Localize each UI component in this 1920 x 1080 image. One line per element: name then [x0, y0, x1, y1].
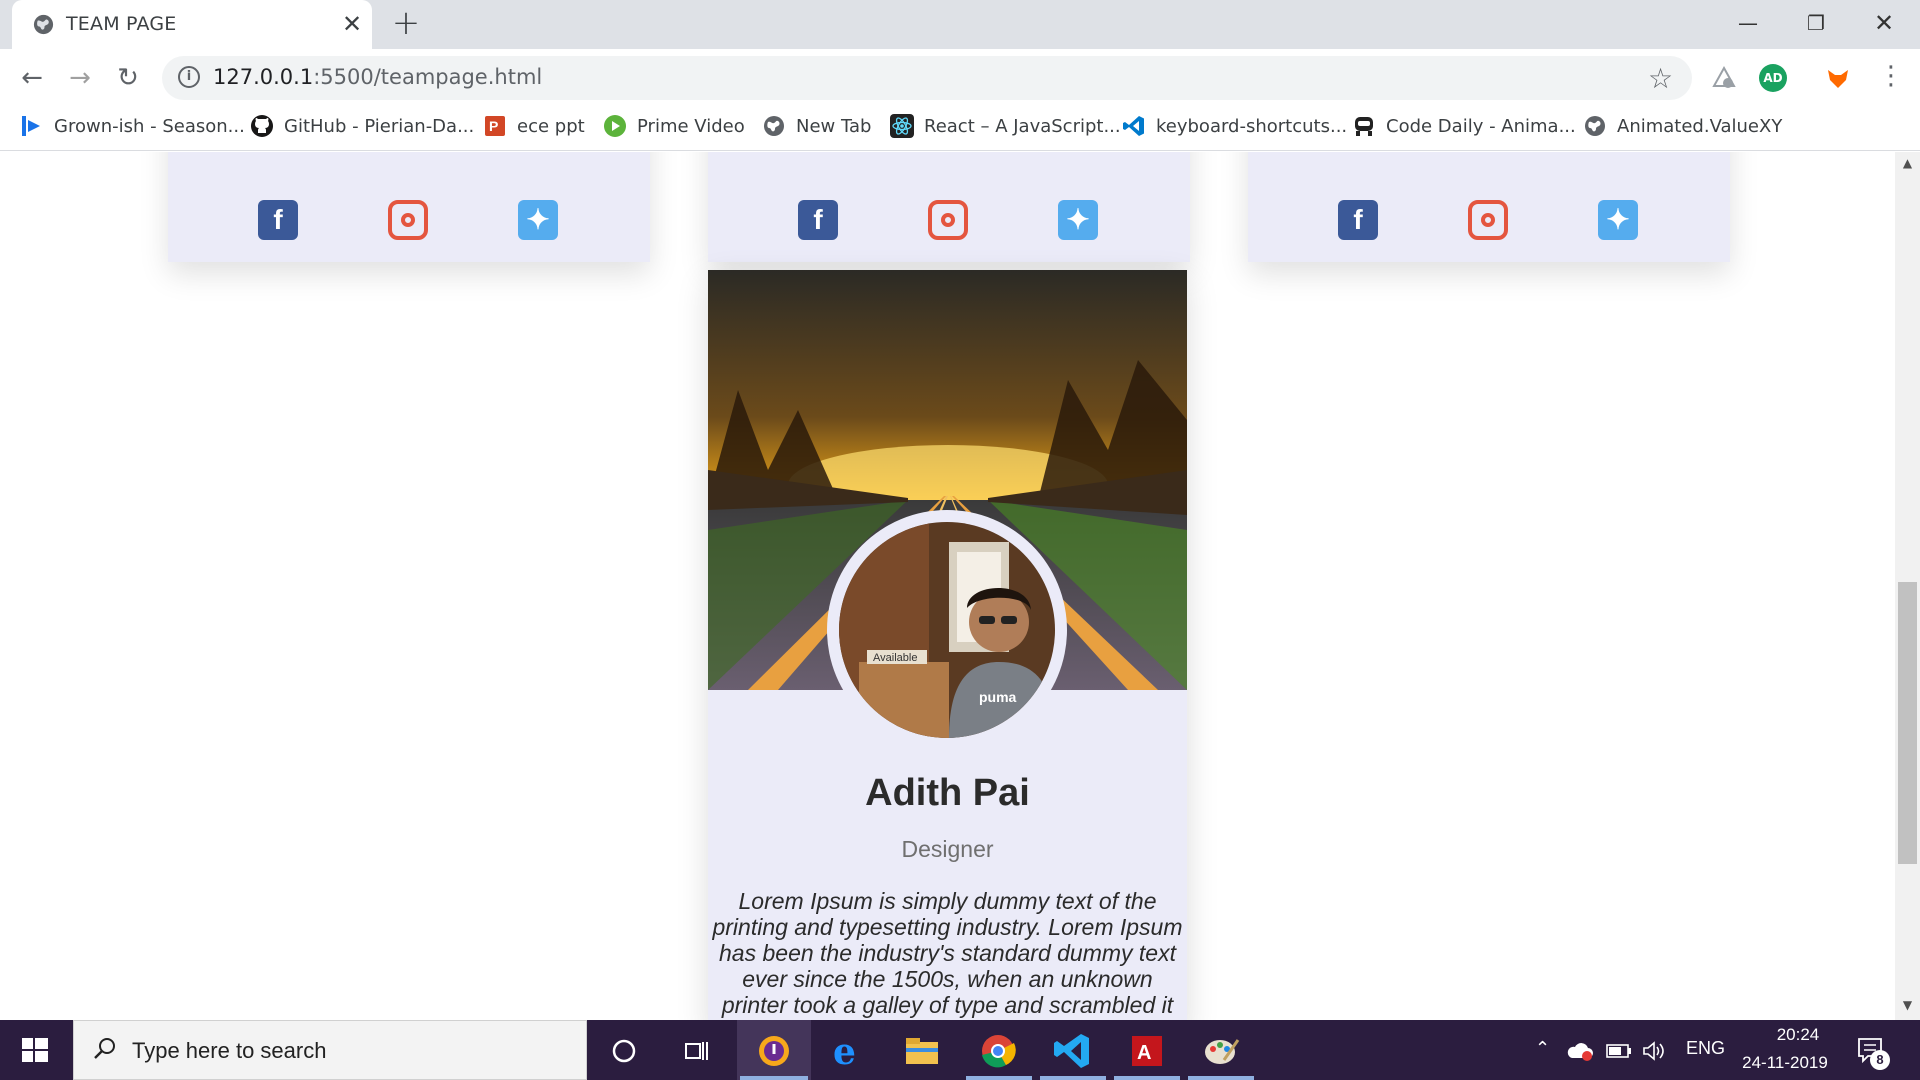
bookmark-item[interactable]: React – A JavaScript... [890, 112, 1121, 140]
bookmark-label: Code Daily - Anima... [1386, 115, 1576, 137]
restore-button[interactable]: ❐ [1794, 8, 1838, 38]
svg-text:e: e [833, 1031, 856, 1072]
prime-video-icon [604, 115, 626, 137]
twitter-icon[interactable]: ✦ [1598, 200, 1638, 240]
volume-icon[interactable] [1641, 1040, 1667, 1062]
facebook-icon[interactable]: f [798, 200, 838, 240]
bookmark-label: Grown-ish - Season... [54, 115, 245, 137]
clock-date[interactable]: 24-11-2019 [1730, 1053, 1840, 1073]
task-view-icon[interactable] [676, 1030, 718, 1072]
team-card: f ✦ [168, 152, 650, 262]
chrome-icon[interactable] [977, 1030, 1019, 1072]
vpn-shield-app-icon[interactable] [753, 1030, 795, 1072]
file-explorer-icon[interactable] [901, 1030, 943, 1072]
forward-button[interactable]: → [64, 62, 96, 94]
avatar: Available puma [827, 510, 1067, 750]
page-viewport: f ✦ f ✦ f ✦ Available puma Adith Pai Des… [0, 152, 1920, 1020]
svg-text:P: P [489, 118, 498, 134]
bookmark-label: New Tab [796, 115, 872, 137]
globe-icon [1585, 116, 1605, 136]
browser-tab[interactable]: TEAM PAGE ✕ [12, 0, 372, 49]
search-icon [94, 1038, 115, 1059]
bookmark-label: ece ppt [517, 115, 585, 137]
globe-icon [764, 116, 784, 136]
instagram-icon[interactable] [1468, 200, 1508, 240]
team-member-card: Available puma Adith Pai Designer Lorem … [708, 270, 1187, 1020]
profile-photo: Available puma [839, 522, 1055, 738]
bookmark-label: keyboard-shortcuts... [1156, 115, 1348, 137]
language-indicator[interactable]: ENG [1686, 1038, 1725, 1059]
close-tab-icon[interactable]: ✕ [338, 10, 366, 38]
scroll-up-arrow-icon[interactable]: ▲ [1895, 156, 1920, 176]
url-host: 127.0.0.1 [213, 65, 314, 89]
member-name: Adith Pai [865, 772, 1030, 814]
extension-fox-icon[interactable] [1824, 64, 1852, 92]
bookmark-label: Animated.ValueXY [1617, 115, 1783, 137]
bookmark-item[interactable]: GitHub - Pierian-Da... [250, 112, 474, 140]
tab-title: TEAM PAGE [66, 13, 177, 35]
vscode-taskbar-icon[interactable] [1051, 1030, 1093, 1072]
bookmark-item[interactable]: keyboard-shortcuts... [1122, 112, 1347, 140]
vscode-icon [1123, 116, 1144, 136]
instagram-icon[interactable] [928, 200, 968, 240]
powerpoint-icon: P [485, 116, 505, 136]
svg-text:puma: puma [979, 689, 1017, 705]
member-bio: Lorem Ipsum is simply dummy text of the … [712, 888, 1183, 1020]
globe-icon [33, 14, 54, 35]
open-app-indicator [1188, 1076, 1254, 1080]
new-tab-button[interactable]: + [390, 6, 422, 40]
reload-button[interactable]: ↻ [112, 62, 144, 94]
extension-cloud-icon[interactable] [1710, 64, 1738, 92]
scroll-down-arrow-icon[interactable]: ▼ [1895, 998, 1920, 1018]
svg-text:A: A [1137, 1042, 1151, 1064]
paint-icon[interactable] [1200, 1030, 1242, 1072]
facebook-icon[interactable]: f [258, 200, 298, 240]
github-icon [251, 115, 273, 137]
notification-count-badge: 8 [1870, 1050, 1890, 1070]
open-app-indicator [1040, 1076, 1106, 1080]
onedrive-icon[interactable] [1566, 1040, 1594, 1062]
scrollbar-thumb[interactable] [1898, 582, 1917, 864]
edge-browser-icon[interactable]: e [827, 1030, 869, 1072]
bookmark-label: GitHub - Pierian-Da... [284, 115, 475, 137]
bookmark-label: Prime Video [637, 115, 745, 137]
profile-avatar[interactable]: AD [1759, 64, 1787, 92]
twitter-icon[interactable]: ✦ [518, 200, 558, 240]
bookmark-item[interactable]: Grown-ish - Season... [20, 112, 245, 140]
windows-start-icon[interactable] [0, 1020, 70, 1080]
bookmark-star-icon[interactable]: ☆ [1648, 62, 1673, 95]
bookmark-item[interactable]: P ece ppt [483, 112, 585, 140]
instagram-icon[interactable] [388, 200, 428, 240]
search-placeholder: Type here to search [132, 1038, 327, 1063]
member-role: Designer [901, 836, 994, 862]
bookmark-item[interactable]: Code Daily - Anima... [1352, 112, 1576, 140]
acrobat-icon[interactable]: A [1126, 1030, 1168, 1072]
react-icon [890, 114, 914, 138]
back-button[interactable]: ← [16, 62, 48, 94]
twitter-icon[interactable]: ✦ [1058, 200, 1098, 240]
code-daily-icon [1355, 117, 1373, 136]
cortana-icon[interactable] [603, 1030, 645, 1072]
play-icon [22, 116, 40, 136]
battery-icon[interactable] [1606, 1043, 1632, 1059]
bookmark-item[interactable]: Animated.ValueXY [1583, 112, 1782, 140]
bookmark-item[interactable]: Prime Video [603, 112, 745, 140]
clock-time[interactable]: 20:24 [1758, 1025, 1838, 1045]
bookmark-item[interactable]: New Tab [762, 112, 871, 140]
url-path: :5500/teampage.html [313, 65, 543, 89]
team-card: f ✦ [708, 152, 1190, 262]
team-card: f ✦ [1248, 152, 1730, 262]
menu-kebab-icon[interactable]: ⋮ [1878, 60, 1904, 92]
show-hidden-icons-chevron-icon[interactable]: ⌃ [1535, 1038, 1550, 1059]
url-text[interactable]: 127.0.0.1:5500/teampage.html [213, 65, 542, 89]
open-app-indicator [1114, 1076, 1180, 1080]
active-app-indicator [740, 1076, 808, 1080]
site-info-icon[interactable]: i [178, 66, 200, 88]
open-app-indicator [966, 1076, 1032, 1080]
bookmark-label: React – A JavaScript... [924, 115, 1121, 137]
close-window-button[interactable]: ✕ [1862, 8, 1906, 38]
facebook-icon[interactable]: f [1338, 200, 1378, 240]
svg-text:Available: Available [873, 652, 917, 664]
minimize-button[interactable]: — [1726, 8, 1770, 38]
